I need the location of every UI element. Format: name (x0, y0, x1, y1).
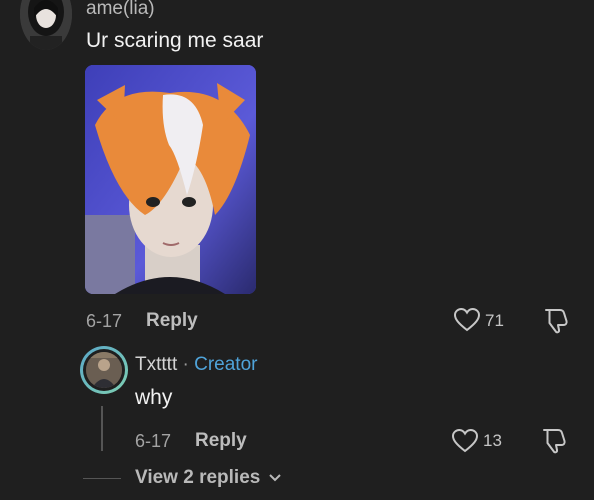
creator-avatar[interactable] (80, 346, 128, 394)
thumbs-down-icon[interactable] (542, 306, 570, 334)
view-replies-button[interactable]: View 2 replies (135, 467, 282, 489)
heart-icon[interactable] (451, 428, 479, 454)
thread-line (101, 406, 103, 451)
reply-author-line: Txtttt · Creator (135, 354, 257, 376)
comment-text: Ur scaring me saar (86, 29, 264, 52)
reply-reply-button[interactable]: Reply (195, 430, 247, 452)
thumbs-down-icon[interactable] (540, 426, 568, 454)
commenter-username[interactable]: ame(lia) (86, 0, 155, 20)
like-count: 71 (485, 311, 504, 330)
reply-text: why (135, 386, 173, 409)
reply-date: 6-17 (135, 431, 172, 451)
comment-image[interactable] (85, 65, 256, 294)
reply-username[interactable]: Txtttt (135, 354, 177, 375)
creator-badge: Creator (194, 354, 258, 375)
heart-icon[interactable] (453, 307, 481, 333)
name-separator: · (182, 354, 189, 375)
chevron-down-icon (268, 473, 282, 483)
comment-date: 6-17 (86, 311, 123, 331)
reply-like-count: 13 (483, 431, 502, 450)
commenter-avatar[interactable] (20, 0, 72, 50)
replies-divider (83, 478, 121, 479)
reply-button[interactable]: Reply (146, 310, 198, 332)
view-replies-label: View 2 replies (135, 467, 261, 488)
